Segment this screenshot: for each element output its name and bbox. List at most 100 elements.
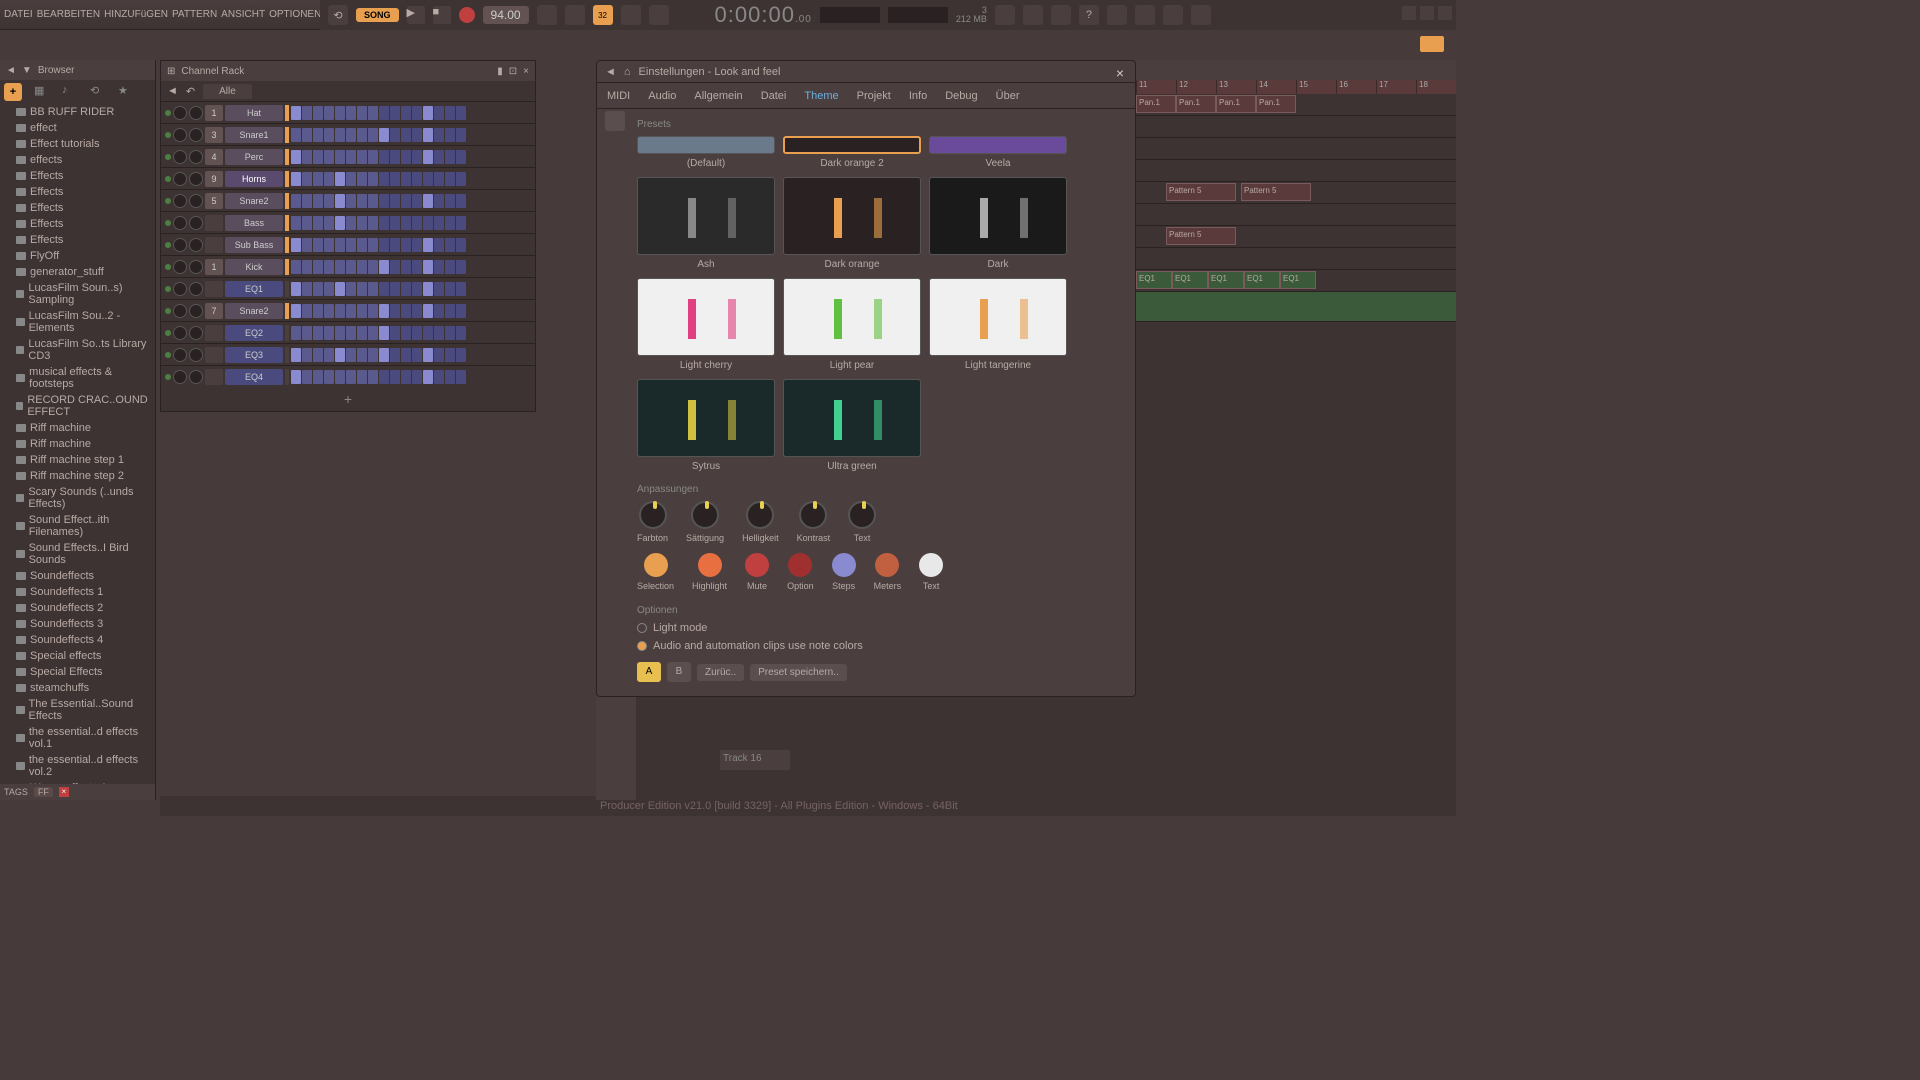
browser-item[interactable]: Sound Effect..ith Filenames) [0,512,155,540]
channel-number[interactable]: — [205,281,223,297]
step-button[interactable] [423,282,433,296]
refresh-icon[interactable]: ⟲ [90,84,106,100]
step-button[interactable] [335,106,345,120]
playlist-tracks[interactable]: Pan.1 Pan.1 Pan.1 Pan.1 Pattern 5 Patter… [1136,94,1456,774]
step-button[interactable] [291,348,301,362]
pan-knob[interactable] [173,106,187,120]
step-button[interactable] [423,260,433,274]
channel-number[interactable]: 3 [205,127,223,143]
option-audio-colors[interactable]: Audio and automation clips use note colo… [637,640,1121,652]
tab-midi[interactable]: MIDI [605,86,632,106]
step-button[interactable] [357,150,367,164]
rack-menu-icon[interactable]: ⊞ [167,66,175,77]
channel-name-button[interactable]: Perc [225,149,283,165]
step-button[interactable] [390,194,400,208]
channel-led[interactable] [165,176,171,182]
step-button[interactable] [412,282,422,296]
tab-allgemein[interactable]: Allgemein [692,86,744,106]
step-button[interactable] [423,106,433,120]
preset-thumbnail[interactable] [637,379,775,457]
preset-thumbnail[interactable] [783,379,921,457]
theme-preset[interactable]: Dark orange [783,177,921,270]
channel-number[interactable]: — [205,369,223,385]
step-button[interactable] [379,370,389,384]
channel-name-button[interactable]: EQ1 [225,281,283,297]
step-button[interactable] [324,194,334,208]
browser-item[interactable]: musical effects & footsteps [0,364,155,392]
eq-clip[interactable]: EQ1 [1208,271,1244,289]
browser-item[interactable]: Special effects [0,648,155,664]
track-label[interactable]: Track 16 [720,750,790,770]
step-button[interactable] [401,326,411,340]
channel-name-button[interactable]: Bass [225,215,283,231]
step-button[interactable] [401,128,411,142]
vol-knob[interactable] [189,106,203,120]
step-button[interactable] [357,282,367,296]
pan-knob[interactable] [173,216,187,230]
channel-led[interactable] [165,352,171,358]
step-button[interactable] [357,194,367,208]
channel-led[interactable] [165,286,171,292]
browser-item[interactable]: generator_stuff [0,264,155,280]
browser-item[interactable]: steamchuffs [0,680,155,696]
step-button[interactable] [401,106,411,120]
theme-preset[interactable]: Ultra green [783,379,921,472]
step-button[interactable] [291,150,301,164]
channel-led[interactable] [165,330,171,336]
step-button[interactable] [346,194,356,208]
browser-item[interactable]: Effects [0,168,155,184]
menu-optionen[interactable]: OPTIONEN [269,9,321,20]
step-button[interactable] [390,128,400,142]
settings-close-button[interactable]: × [1113,65,1127,79]
step-button[interactable] [335,282,345,296]
ruler-marker[interactable]: 17 [1376,80,1416,94]
step-button[interactable] [357,216,367,230]
minimize-button[interactable] [1402,6,1416,20]
step-button[interactable] [456,326,466,340]
step-button[interactable] [291,326,301,340]
step-button[interactable] [412,304,422,318]
pattern-clip[interactable]: Pattern 5 [1166,183,1236,201]
step-button[interactable] [357,106,367,120]
browser-item[interactable]: RECORD CRAC..OUND EFFECT [0,392,155,420]
step-button[interactable] [434,194,444,208]
step-button[interactable] [302,238,312,252]
browser-item[interactable]: Effects [0,184,155,200]
browser-item[interactable]: Riff machine [0,436,155,452]
step-button[interactable] [346,260,356,274]
step-button[interactable] [346,282,356,296]
step-button[interactable] [401,216,411,230]
step-button[interactable] [379,238,389,252]
rack-undo-icon[interactable]: ↶ [186,85,195,98]
step-button[interactable] [302,194,312,208]
step-button[interactable] [379,128,389,142]
step-button[interactable] [335,194,345,208]
step-button[interactable] [456,216,466,230]
step-button[interactable] [390,260,400,274]
close-button[interactable] [1438,6,1452,20]
step-button[interactable] [401,172,411,186]
track-row[interactable] [1136,292,1456,322]
step-button[interactable] [357,172,367,186]
step-button[interactable] [313,194,323,208]
tab-debug[interactable]: Debug [943,86,979,106]
ruler-marker[interactable]: 13 [1216,80,1256,94]
browser-item[interactable]: Sound Effects..I Bird Sounds [0,540,155,568]
step-button[interactable] [390,370,400,384]
loop-icon[interactable] [649,5,669,25]
step-button[interactable] [291,238,301,252]
step-button[interactable] [434,260,444,274]
channel-number[interactable]: 9 [205,171,223,187]
step-button[interactable] [412,172,422,186]
step-button[interactable] [324,106,334,120]
step-button[interactable] [379,106,389,120]
browser-item[interactable]: Soundeffects 1 [0,584,155,600]
color-swatch[interactable] [788,553,812,577]
add-button[interactable]: + [4,83,22,101]
step-button[interactable] [291,304,301,318]
step-button[interactable] [291,370,301,384]
color-swatch[interactable] [698,553,722,577]
step-button[interactable] [313,282,323,296]
vol-knob[interactable] [189,282,203,296]
channel-name-button[interactable]: EQ3 [225,347,283,363]
